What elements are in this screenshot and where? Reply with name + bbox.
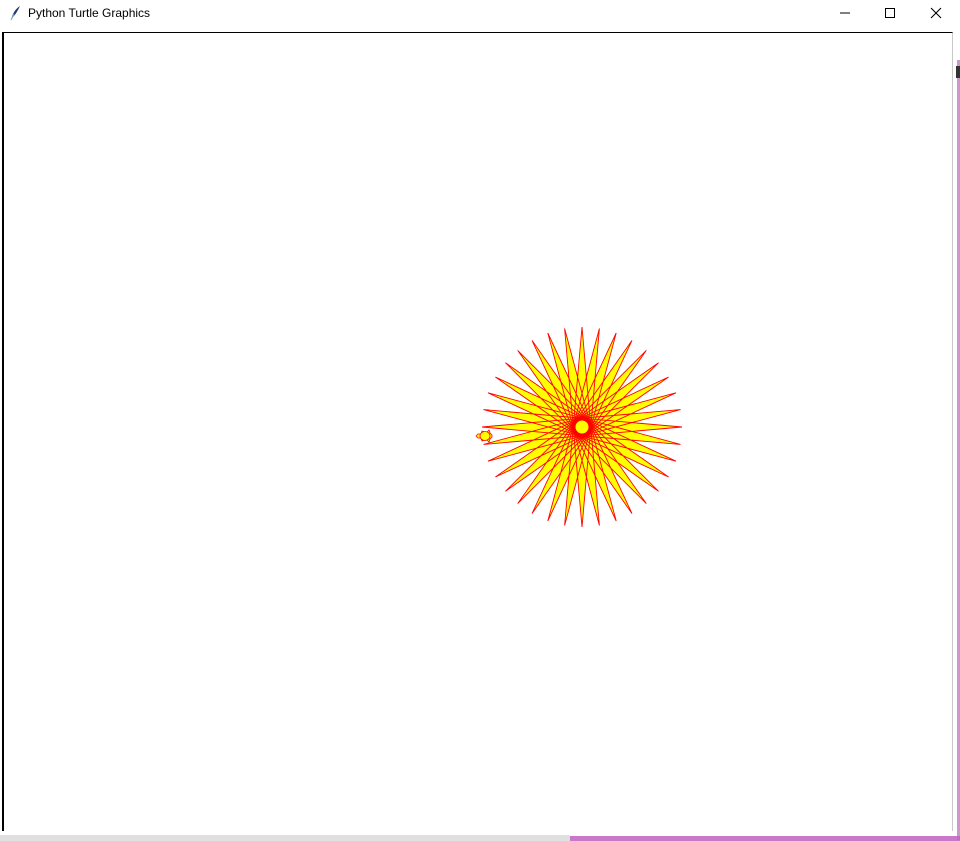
star-center [572, 417, 592, 437]
turtle-drawing [475, 326, 683, 528]
turtle-shell [479, 431, 491, 441]
turtle-icon [475, 429, 493, 443]
background-window-marker [956, 66, 960, 78]
background-window-edge [570, 836, 960, 841]
window-border [0, 835, 570, 841]
